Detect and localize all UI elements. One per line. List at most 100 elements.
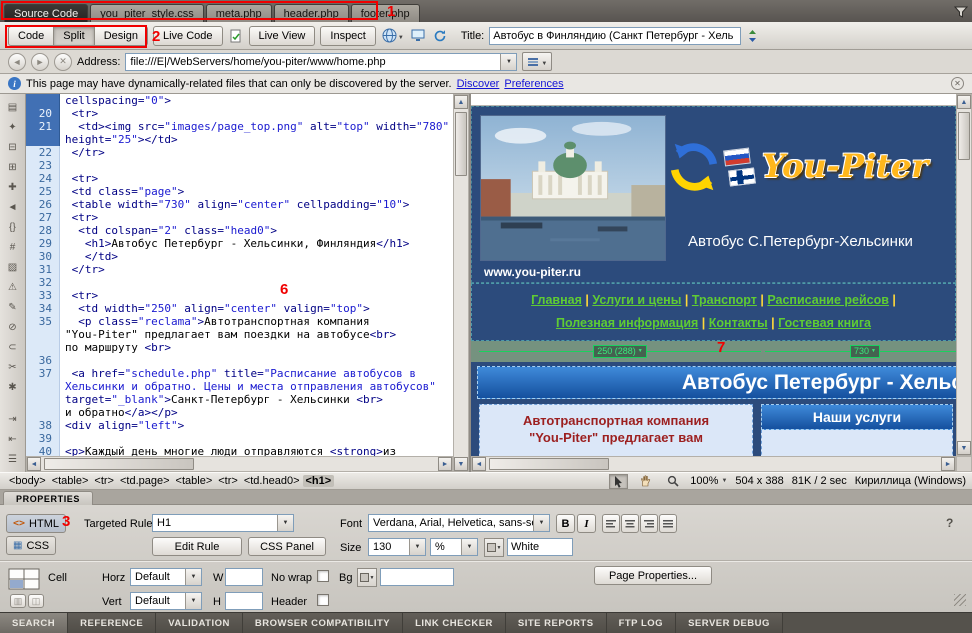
format-source-code-icon[interactable]: ☰: [4, 452, 22, 468]
syntax-error-alerts-icon[interactable]: ⚠: [4, 280, 22, 296]
bg-color-swatch[interactable]: [357, 568, 377, 587]
properties-tab[interactable]: PROPERTIES: [3, 491, 93, 505]
bottom-tab-reference[interactable]: REFERENCE: [68, 613, 156, 633]
code-view-button[interactable]: Code: [8, 26, 53, 46]
scroll-left-icon[interactable]: ◄: [472, 457, 486, 471]
code-line[interactable]: 35 <p class="reclama">Автотранспортная к…: [26, 315, 453, 328]
size-unit-select[interactable]: %: [430, 538, 478, 556]
bottom-tab-browser-compatibility[interactable]: BROWSER COMPATIBILITY: [243, 613, 403, 633]
bold-button[interactable]: B: [556, 514, 575, 533]
code-line[interactable]: 40<p>Каждый день многие люди отправляютс…: [26, 445, 453, 456]
inspect-button[interactable]: Inspect: [320, 26, 375, 46]
design-nav-link[interactable]: Гостевая книга: [778, 316, 871, 330]
related-file-tab[interactable]: header.php: [274, 4, 349, 22]
reclama-block[interactable]: Автотранспортная компания "You-Piter" пр…: [479, 404, 753, 456]
collapse-selection-icon[interactable]: ⊞: [4, 160, 22, 176]
table-width-bar[interactable]: 250 (288) 730: [471, 341, 956, 362]
scroll-right-icon[interactable]: ►: [941, 457, 955, 471]
tag-selector-item[interactable]: <table>: [173, 475, 216, 487]
close-icon[interactable]: [951, 77, 964, 90]
code-vertical-scrollbar[interactable]: ▲ ▼: [453, 94, 469, 472]
html-mode-button[interactable]: <> HTML: [6, 514, 66, 533]
indent-code-icon[interactable]: ⇥: [4, 412, 22, 428]
code-line[interactable]: 22 </tr>: [26, 146, 453, 159]
code-line[interactable]: cellspacing="0">: [26, 94, 453, 107]
related-file-tab[interactable]: you_piter_style.css: [90, 4, 204, 22]
scrollbar-thumb[interactable]: [489, 458, 609, 470]
dropdown-arrow-icon[interactable]: [533, 515, 549, 531]
tag-selector-item[interactable]: <td.page>: [117, 475, 173, 487]
preview-in-browser-icon[interactable]: [410, 28, 427, 43]
design-view-button[interactable]: Design: [94, 26, 148, 46]
apply-comment-icon[interactable]: ✎: [4, 300, 22, 316]
refresh-icon[interactable]: [432, 28, 448, 44]
bottom-tab-link-checker[interactable]: LINK CHECKER: [403, 613, 506, 633]
code-line[interactable]: "You-Piter" предлагает вам поездки на ав…: [26, 328, 453, 341]
remove-comment-icon[interactable]: ⊘: [4, 320, 22, 336]
code-line[interactable]: Хельсинки и обратно. Цены и места отправ…: [26, 380, 453, 393]
page-properties-button[interactable]: Page Properties...: [594, 566, 712, 585]
dropdown-arrow-icon[interactable]: [461, 539, 477, 555]
design-nav-link[interactable]: Главная: [531, 293, 582, 307]
code-line[interactable]: 26 <table width="730" align="center" cel…: [26, 198, 453, 211]
code-line[interactable]: 20 <tr>: [26, 107, 453, 120]
code-line[interactable]: 34 <td width="250" align="center" valign…: [26, 302, 453, 315]
align-center-icon[interactable]: [621, 514, 639, 533]
bottom-tab-search[interactable]: SEARCH: [0, 613, 68, 633]
code-line[interactable]: 31 </tr>: [26, 263, 453, 276]
related-file-tab[interactable]: meta.php: [206, 4, 272, 22]
source-code-tab[interactable]: Source Code: [4, 4, 88, 22]
code-view[interactable]: cellspacing="0">20 <tr>21 <td><img src="…: [26, 94, 453, 456]
design-nav-link[interactable]: Полезная информация: [556, 316, 698, 330]
recent-snippets-icon[interactable]: ✂: [4, 360, 22, 376]
browser-compat-check-icon[interactable]: [228, 28, 244, 44]
scroll-left-icon[interactable]: ◄: [27, 457, 41, 471]
highlight-invalid-code-icon[interactable]: ▨: [4, 260, 22, 276]
text-color-field[interactable]: [507, 538, 573, 556]
code-line[interactable]: target="_blank">Санкт-Петербург - Хельси…: [26, 393, 453, 406]
window-size-value[interactable]: 504 x 388: [735, 475, 783, 487]
code-line[interactable]: и обратно</a></p>: [26, 406, 453, 419]
css-mode-button[interactable]: ▦ CSS: [6, 536, 56, 555]
css-panel-button[interactable]: CSS Panel: [248, 537, 326, 556]
edit-rule-button[interactable]: Edit Rule: [152, 537, 242, 556]
scrollbar-thumb[interactable]: [44, 458, 194, 470]
code-line[interactable]: height="25"></td>: [26, 133, 453, 146]
cell-width-input[interactable]: [225, 568, 263, 586]
tag-selector-item[interactable]: <table>: [49, 475, 92, 487]
bottom-tab-ftp-log[interactable]: FTP LOG: [607, 613, 677, 633]
select-parent-tag-icon[interactable]: ◄: [4, 200, 22, 216]
scrollbar-thumb[interactable]: [958, 112, 970, 160]
code-line[interactable]: 25 <td class="page">: [26, 185, 453, 198]
move-css-icon[interactable]: ✱: [4, 380, 22, 396]
split-view-button[interactable]: Split: [53, 26, 93, 46]
wrap-tag-icon[interactable]: ⊂: [4, 340, 22, 356]
bottom-tab-server-debug[interactable]: SERVER DEBUG: [676, 613, 783, 633]
align-right-icon[interactable]: [640, 514, 658, 533]
code-line[interactable]: 30 </td>: [26, 250, 453, 263]
design-nav-link[interactable]: Расписание рейсов: [767, 293, 889, 307]
scrollbar-thumb[interactable]: [455, 112, 467, 176]
code-line[interactable]: 23: [26, 159, 453, 172]
dropdown-arrow-icon[interactable]: [185, 569, 201, 585]
code-line[interactable]: 29 <h1>Автобус Петербург - Хельсинки, Фи…: [26, 237, 453, 250]
column-width-label[interactable]: 250 (288): [593, 345, 646, 358]
size-select[interactable]: 130: [368, 538, 426, 556]
tag-selector-item[interactable]: <h1>: [303, 475, 335, 487]
design-nav-link[interactable]: Услуги и цены: [592, 293, 681, 307]
design-view[interactable]: www.you-piter.ru You-Piter Автобус С.Пет…: [471, 94, 956, 456]
file-management-icon[interactable]: [746, 29, 759, 43]
stop-icon[interactable]: ✕: [54, 53, 72, 71]
header-checkbox[interactable]: [317, 594, 329, 606]
preferences-link[interactable]: Preferences: [504, 78, 563, 90]
code-line[interactable]: 32: [26, 276, 453, 289]
dropdown-arrow-icon[interactable]: [500, 54, 516, 70]
design-vertical-scrollbar[interactable]: ▲ ▼: [956, 94, 972, 456]
code-line[interactable]: 28 <td colspan="2" class="head0">: [26, 224, 453, 237]
split-cell-icon[interactable]: ◫: [28, 594, 44, 608]
code-line[interactable]: 33 <tr>: [26, 289, 453, 302]
help-icon[interactable]: ?: [946, 516, 953, 530]
open-documents-icon[interactable]: ▤: [4, 100, 22, 116]
no-wrap-checkbox[interactable]: [317, 570, 329, 582]
title-input[interactable]: [489, 27, 741, 45]
